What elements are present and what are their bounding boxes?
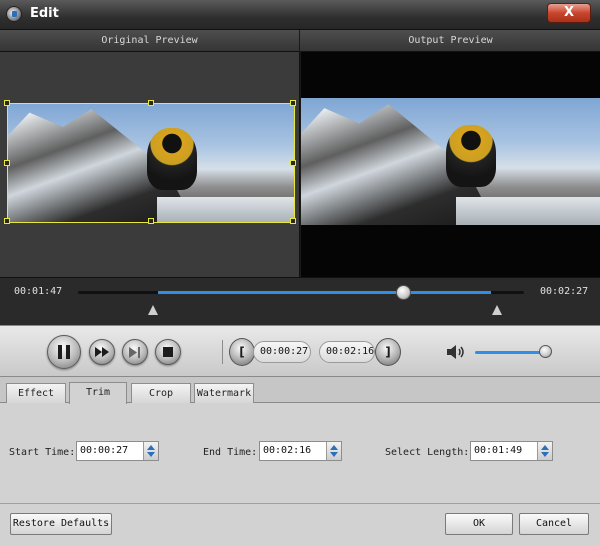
- end-time-field[interactable]: 00:02:16: [259, 441, 342, 461]
- original-preview-label: Original Preview: [0, 30, 300, 52]
- arrow-down-icon[interactable]: [147, 452, 155, 457]
- start-time-value: 00:00:27: [80, 445, 129, 456]
- crop-handle-top-left[interactable]: [4, 100, 10, 106]
- output-rider-image: [446, 125, 496, 187]
- volume-track[interactable]: [475, 351, 547, 354]
- controls-separator: [222, 340, 223, 364]
- edit-tabs: Effect Trim Crop Watermark: [0, 377, 600, 404]
- total-time-label: 00:02:27: [540, 286, 589, 297]
- crop-handle-top[interactable]: [148, 100, 154, 106]
- arrow-up-icon[interactable]: [147, 445, 155, 450]
- trim-panel: Start Time: 00:00:27 End Time: 00:02:16 …: [0, 403, 600, 503]
- trim-start-marker[interactable]: [148, 305, 158, 315]
- tab-trim[interactable]: Trim: [69, 382, 127, 404]
- mark-out-time: 00:02:16: [319, 341, 375, 363]
- seek-track[interactable]: [78, 285, 524, 300]
- window-title: Edit: [30, 6, 59, 21]
- crop-handle-bottom-right[interactable]: [290, 218, 296, 224]
- end-time-value: 00:02:16: [263, 445, 312, 456]
- fast-forward-button[interactable]: [89, 339, 115, 365]
- stop-icon: [163, 347, 173, 357]
- preview-headers: Original Preview Output Preview: [0, 30, 600, 52]
- playhead-knob[interactable]: [396, 285, 411, 300]
- select-length-label: Select Length:: [385, 447, 470, 458]
- tab-crop[interactable]: Crop: [131, 383, 191, 403]
- next-frame-button[interactable]: [122, 339, 148, 365]
- pause-icon: [58, 345, 70, 359]
- set-start-button[interactable]: [: [229, 338, 255, 366]
- output-preview-label: Output Preview: [408, 35, 493, 46]
- dialog-footer: Restore Defaults OK Cancel: [0, 503, 600, 546]
- end-time-stepper[interactable]: [326, 442, 341, 460]
- select-length-stepper[interactable]: [537, 442, 552, 460]
- arrow-down-icon[interactable]: [330, 452, 338, 457]
- volume-knob[interactable]: [539, 345, 552, 358]
- fast-forward-icon: [95, 347, 109, 357]
- output-video-frame: [301, 98, 600, 225]
- start-time-label: Start Time:: [9, 447, 76, 458]
- title-bar: Edit X: [0, 0, 600, 30]
- playback-controls: [ 00:00:27 00:02:16 ]: [0, 325, 600, 377]
- end-time-label: End Time:: [203, 447, 258, 458]
- start-time-field[interactable]: 00:00:27: [76, 441, 159, 461]
- pause-button[interactable]: [47, 335, 81, 369]
- select-length-value: 00:01:49: [474, 445, 523, 456]
- cancel-button[interactable]: Cancel: [519, 513, 589, 535]
- crop-handle-top-right[interactable]: [290, 100, 296, 106]
- stop-button[interactable]: [155, 339, 181, 365]
- bracket-right-icon: ]: [385, 345, 391, 359]
- crop-handle-bottom[interactable]: [148, 218, 154, 224]
- output-preview-pane: [301, 52, 600, 277]
- trim-range: [158, 291, 491, 294]
- start-time-stepper[interactable]: [143, 442, 158, 460]
- tab-effect[interactable]: Effect: [6, 383, 66, 403]
- crop-handle-right[interactable]: [290, 160, 296, 166]
- crop-frame[interactable]: [4, 100, 296, 224]
- next-frame-icon: [129, 346, 140, 358]
- bracket-left-icon: [: [239, 345, 245, 359]
- speaker-icon[interactable]: [446, 344, 466, 360]
- trim-end-marker[interactable]: [492, 305, 502, 315]
- close-button[interactable]: X: [547, 3, 591, 23]
- arrow-up-icon[interactable]: [541, 445, 549, 450]
- output-snow-image: [456, 197, 600, 225]
- arrow-down-icon[interactable]: [541, 452, 549, 457]
- crop-handle-left[interactable]: [4, 160, 10, 166]
- arrow-up-icon[interactable]: [330, 445, 338, 450]
- set-end-button[interactable]: ]: [375, 338, 401, 366]
- select-length-field[interactable]: 00:01:49: [470, 441, 553, 461]
- app-icon: [6, 6, 22, 22]
- current-time-label: 00:01:47: [14, 286, 63, 297]
- ok-button[interactable]: OK: [445, 513, 513, 535]
- timeline: 00:01:47 00:02:27: [0, 277, 600, 325]
- tab-watermark[interactable]: Watermark: [194, 383, 254, 403]
- restore-defaults-button[interactable]: Restore Defaults: [10, 513, 112, 535]
- mark-in-time: 00:00:27: [253, 341, 311, 363]
- crop-handle-bottom-left[interactable]: [4, 218, 10, 224]
